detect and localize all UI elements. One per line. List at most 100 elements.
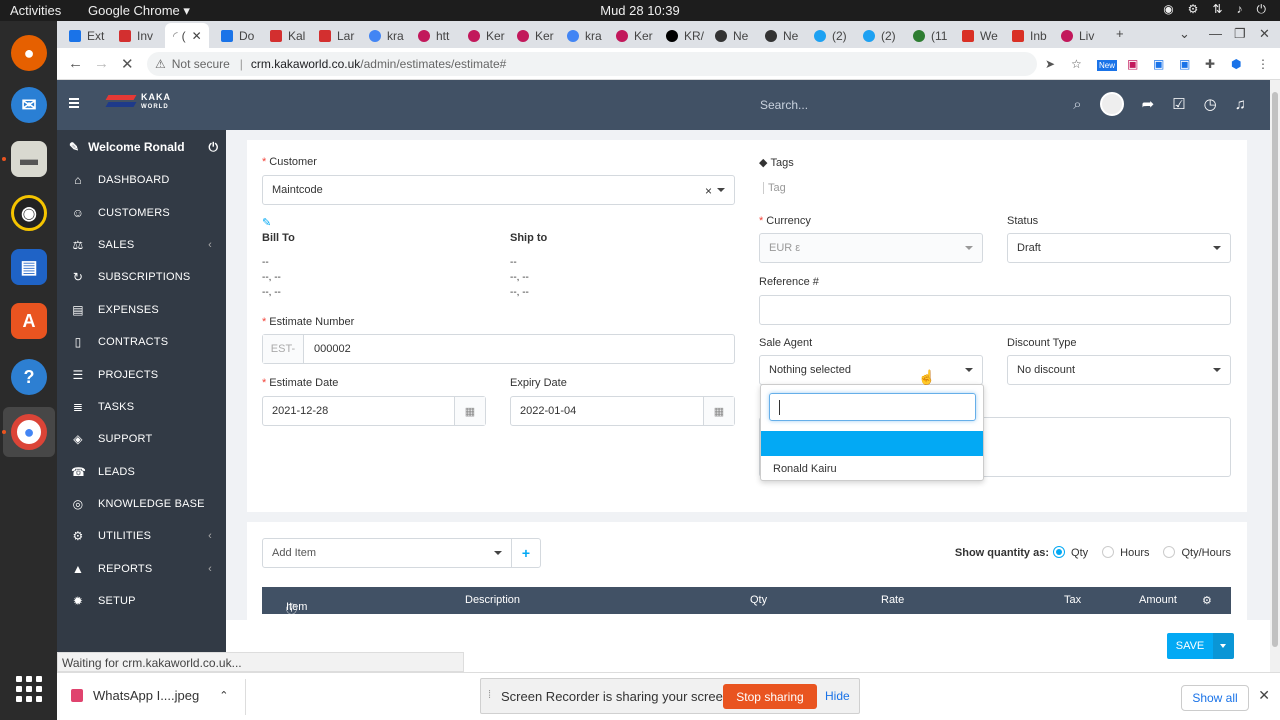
stop-loading-icon[interactable]: ✕ xyxy=(121,55,134,73)
avatar[interactable] xyxy=(1099,92,1124,116)
tab[interactable]: Liv xyxy=(1061,25,1107,47)
save-button[interactable]: SAVE xyxy=(1167,633,1213,659)
software-center-icon[interactable]: A xyxy=(11,303,47,339)
download-item[interactable]: WhatsApp I....jpeg ⌃ xyxy=(71,688,228,703)
tab[interactable]: Lar xyxy=(319,25,365,47)
send-tab-icon[interactable]: ➤ xyxy=(1045,57,1055,71)
estimate-number-input[interactable]: EST- 000002 xyxy=(262,334,735,364)
calendar-icon[interactable]: ▦ xyxy=(703,397,734,425)
new-tab-icon[interactable]: + xyxy=(1116,26,1124,41)
discount-type-select[interactable]: No discount xyxy=(1007,355,1231,385)
tag-input[interactable]: Tag xyxy=(763,182,786,194)
qty-hours-radio[interactable] xyxy=(1163,546,1176,558)
tab[interactable]: KR/ xyxy=(666,25,712,47)
url-field[interactable]: ⚠ Not secure | crm.kakaworld.co.uk/admin… xyxy=(147,52,1037,76)
volume-icon[interactable]: ♪ xyxy=(1237,2,1243,17)
show-all-downloads-button[interactable]: Show all xyxy=(1181,685,1249,711)
tab-search-icon[interactable]: ⌄ xyxy=(1179,26,1190,42)
tab[interactable]: kra xyxy=(369,25,415,47)
ext-new-badge[interactable]: New xyxy=(1097,60,1118,71)
tab[interactable]: Ne xyxy=(715,25,761,47)
sidebar-item-reports[interactable]: ▲ REPORTS ‹ xyxy=(57,553,226,585)
network-icon[interactable]: ⇅ xyxy=(1212,2,1222,17)
sidebar-item-sales[interactable]: ⚖ SALES ‹ xyxy=(57,229,226,261)
tab[interactable]: We xyxy=(962,25,1008,47)
sidebar-item-projects[interactable]: ☰ PROJECTS xyxy=(57,358,226,390)
todo-check-icon[interactable]: ☑ xyxy=(1172,95,1185,113)
rhythmbox-icon[interactable]: ◉ xyxy=(11,195,47,231)
sidebar-welcome[interactable]: ✎ Welcome Ronald ⏻ xyxy=(57,130,226,164)
estimate-date-input[interactable]: 2021-12-28 ▦ xyxy=(262,396,486,426)
status-select[interactable]: Draft xyxy=(1007,233,1231,263)
power-icon[interactable]: ⏻ xyxy=(1257,2,1267,17)
firefox-icon[interactable]: ● xyxy=(11,35,47,71)
sidebar-item-subscriptions[interactable]: ↻ SUBSCRIPTIONS xyxy=(57,261,226,293)
edit-address-icon[interactable]: ✎ xyxy=(262,216,271,229)
sale-agent-option-empty[interactable] xyxy=(761,431,983,456)
thunderbird-icon[interactable]: ✉ xyxy=(11,87,47,123)
currency-select[interactable]: EUR ε xyxy=(759,233,983,263)
sidebar-item-leads[interactable]: ☎ LEADS xyxy=(57,456,226,488)
clear-customer-icon[interactable]: × xyxy=(705,184,712,198)
scrollbar-thumb[interactable] xyxy=(1272,92,1278,647)
tab[interactable]: (2) xyxy=(814,25,860,47)
page-scrollbar[interactable] xyxy=(1270,80,1280,672)
drag-handle-icon[interactable]: ⁞ xyxy=(488,689,491,701)
search-input[interactable]: Search... xyxy=(760,98,808,112)
system-tray[interactable]: ◉ ⚙ ⇅ ♪ ⏻ xyxy=(1163,2,1266,17)
table-settings-gear-icon[interactable]: ⚙ xyxy=(1202,594,1212,607)
chevron-up-icon[interactable]: ⌃ xyxy=(219,689,228,702)
reference-input[interactable] xyxy=(759,295,1231,325)
hours-radio[interactable] xyxy=(1102,546,1115,558)
activities-button[interactable]: Activities xyxy=(10,3,61,18)
clock[interactable]: Mud 28 10:39 xyxy=(0,3,1280,18)
sidebar-item-customers[interactable]: ☺ CUSTOMERS xyxy=(57,196,226,228)
sidebar-item-utilities[interactable]: ⚙ UTILITIES ‹ xyxy=(57,520,226,552)
tab[interactable]: kra xyxy=(567,25,613,47)
extensions-puzzle-icon[interactable]: ✚ xyxy=(1205,57,1215,71)
app-menu-chrome[interactable]: Google Chrome ▾ xyxy=(88,3,190,19)
not-secure-label[interactable]: Not secure xyxy=(172,57,230,71)
tab[interactable]: Ker xyxy=(517,25,563,47)
customer-select[interactable]: Maintcode × xyxy=(262,175,735,205)
show-apps-icon[interactable] xyxy=(16,676,42,702)
close-window-icon[interactable]: ✕ xyxy=(1259,26,1270,42)
extension-icon-3[interactable]: ▣ xyxy=(1179,57,1190,71)
writer-icon[interactable]: ▤ xyxy=(11,249,47,285)
forward-icon[interactable]: → xyxy=(94,55,109,72)
chrome-menu-icon[interactable]: ⋮ xyxy=(1257,57,1269,71)
extension-icon-1[interactable]: ▣ xyxy=(1127,57,1138,71)
settings-tray-icon[interactable]: ⚙ xyxy=(1188,2,1199,17)
tab[interactable]: Inv xyxy=(119,25,167,47)
sale-agent-search-input[interactable] xyxy=(769,393,976,421)
timer-clock-icon[interactable]: ◷ xyxy=(1204,95,1217,113)
search-icon[interactable]: ⌕ xyxy=(1073,96,1081,113)
tab[interactable]: Do xyxy=(221,25,265,47)
sidebar-item-setup[interactable]: ✹ SETUP xyxy=(57,585,226,617)
chrome-dock-icon[interactable]: ● xyxy=(11,414,47,450)
expiry-date-input[interactable]: 2022-01-04 ▦ xyxy=(510,396,735,426)
add-item-select[interactable]: Add Item + xyxy=(262,538,541,568)
sidebar-item-contracts[interactable]: ▯ CONTRACTS xyxy=(57,326,226,358)
tab-close-icon[interactable]: ✕ xyxy=(192,29,202,43)
sidebar-item-knowledge-base[interactable]: ◎ KNOWLEDGE BASE xyxy=(57,488,226,520)
tab[interactable]: htt xyxy=(418,25,464,47)
extension-icon-2[interactable]: ▣ xyxy=(1153,57,1164,71)
close-download-shelf-icon[interactable]: ✕ xyxy=(1258,687,1270,704)
sidebar-item-dashboard[interactable]: ⌂ DASHBOARD xyxy=(57,164,226,196)
sidebar-item-tasks[interactable]: ≣ TASKS xyxy=(57,391,226,423)
stop-sharing-button[interactable]: Stop sharing xyxy=(723,684,817,709)
app-logo[interactable]: KAKA WORLD xyxy=(105,92,171,112)
save-options-dropdown[interactable] xyxy=(1213,633,1234,659)
sidebar-item-expenses[interactable]: ▤ EXPENSES xyxy=(57,294,226,326)
hide-button[interactable]: Hide xyxy=(825,689,850,703)
logout-icon[interactable]: ⏻ xyxy=(209,140,219,155)
tab[interactable]: Ext xyxy=(69,25,117,47)
share-icon[interactable]: ➦ xyxy=(1142,95,1155,113)
tab[interactable]: (11 xyxy=(913,25,959,47)
chrome-tray-icon[interactable]: ◉ xyxy=(1163,2,1173,17)
maximize-icon[interactable]: ❐ xyxy=(1234,26,1246,42)
tab-active[interactable]: ◜(✕ xyxy=(165,23,209,48)
help-icon[interactable]: ? xyxy=(11,359,47,395)
back-icon[interactable]: ← xyxy=(68,55,83,72)
